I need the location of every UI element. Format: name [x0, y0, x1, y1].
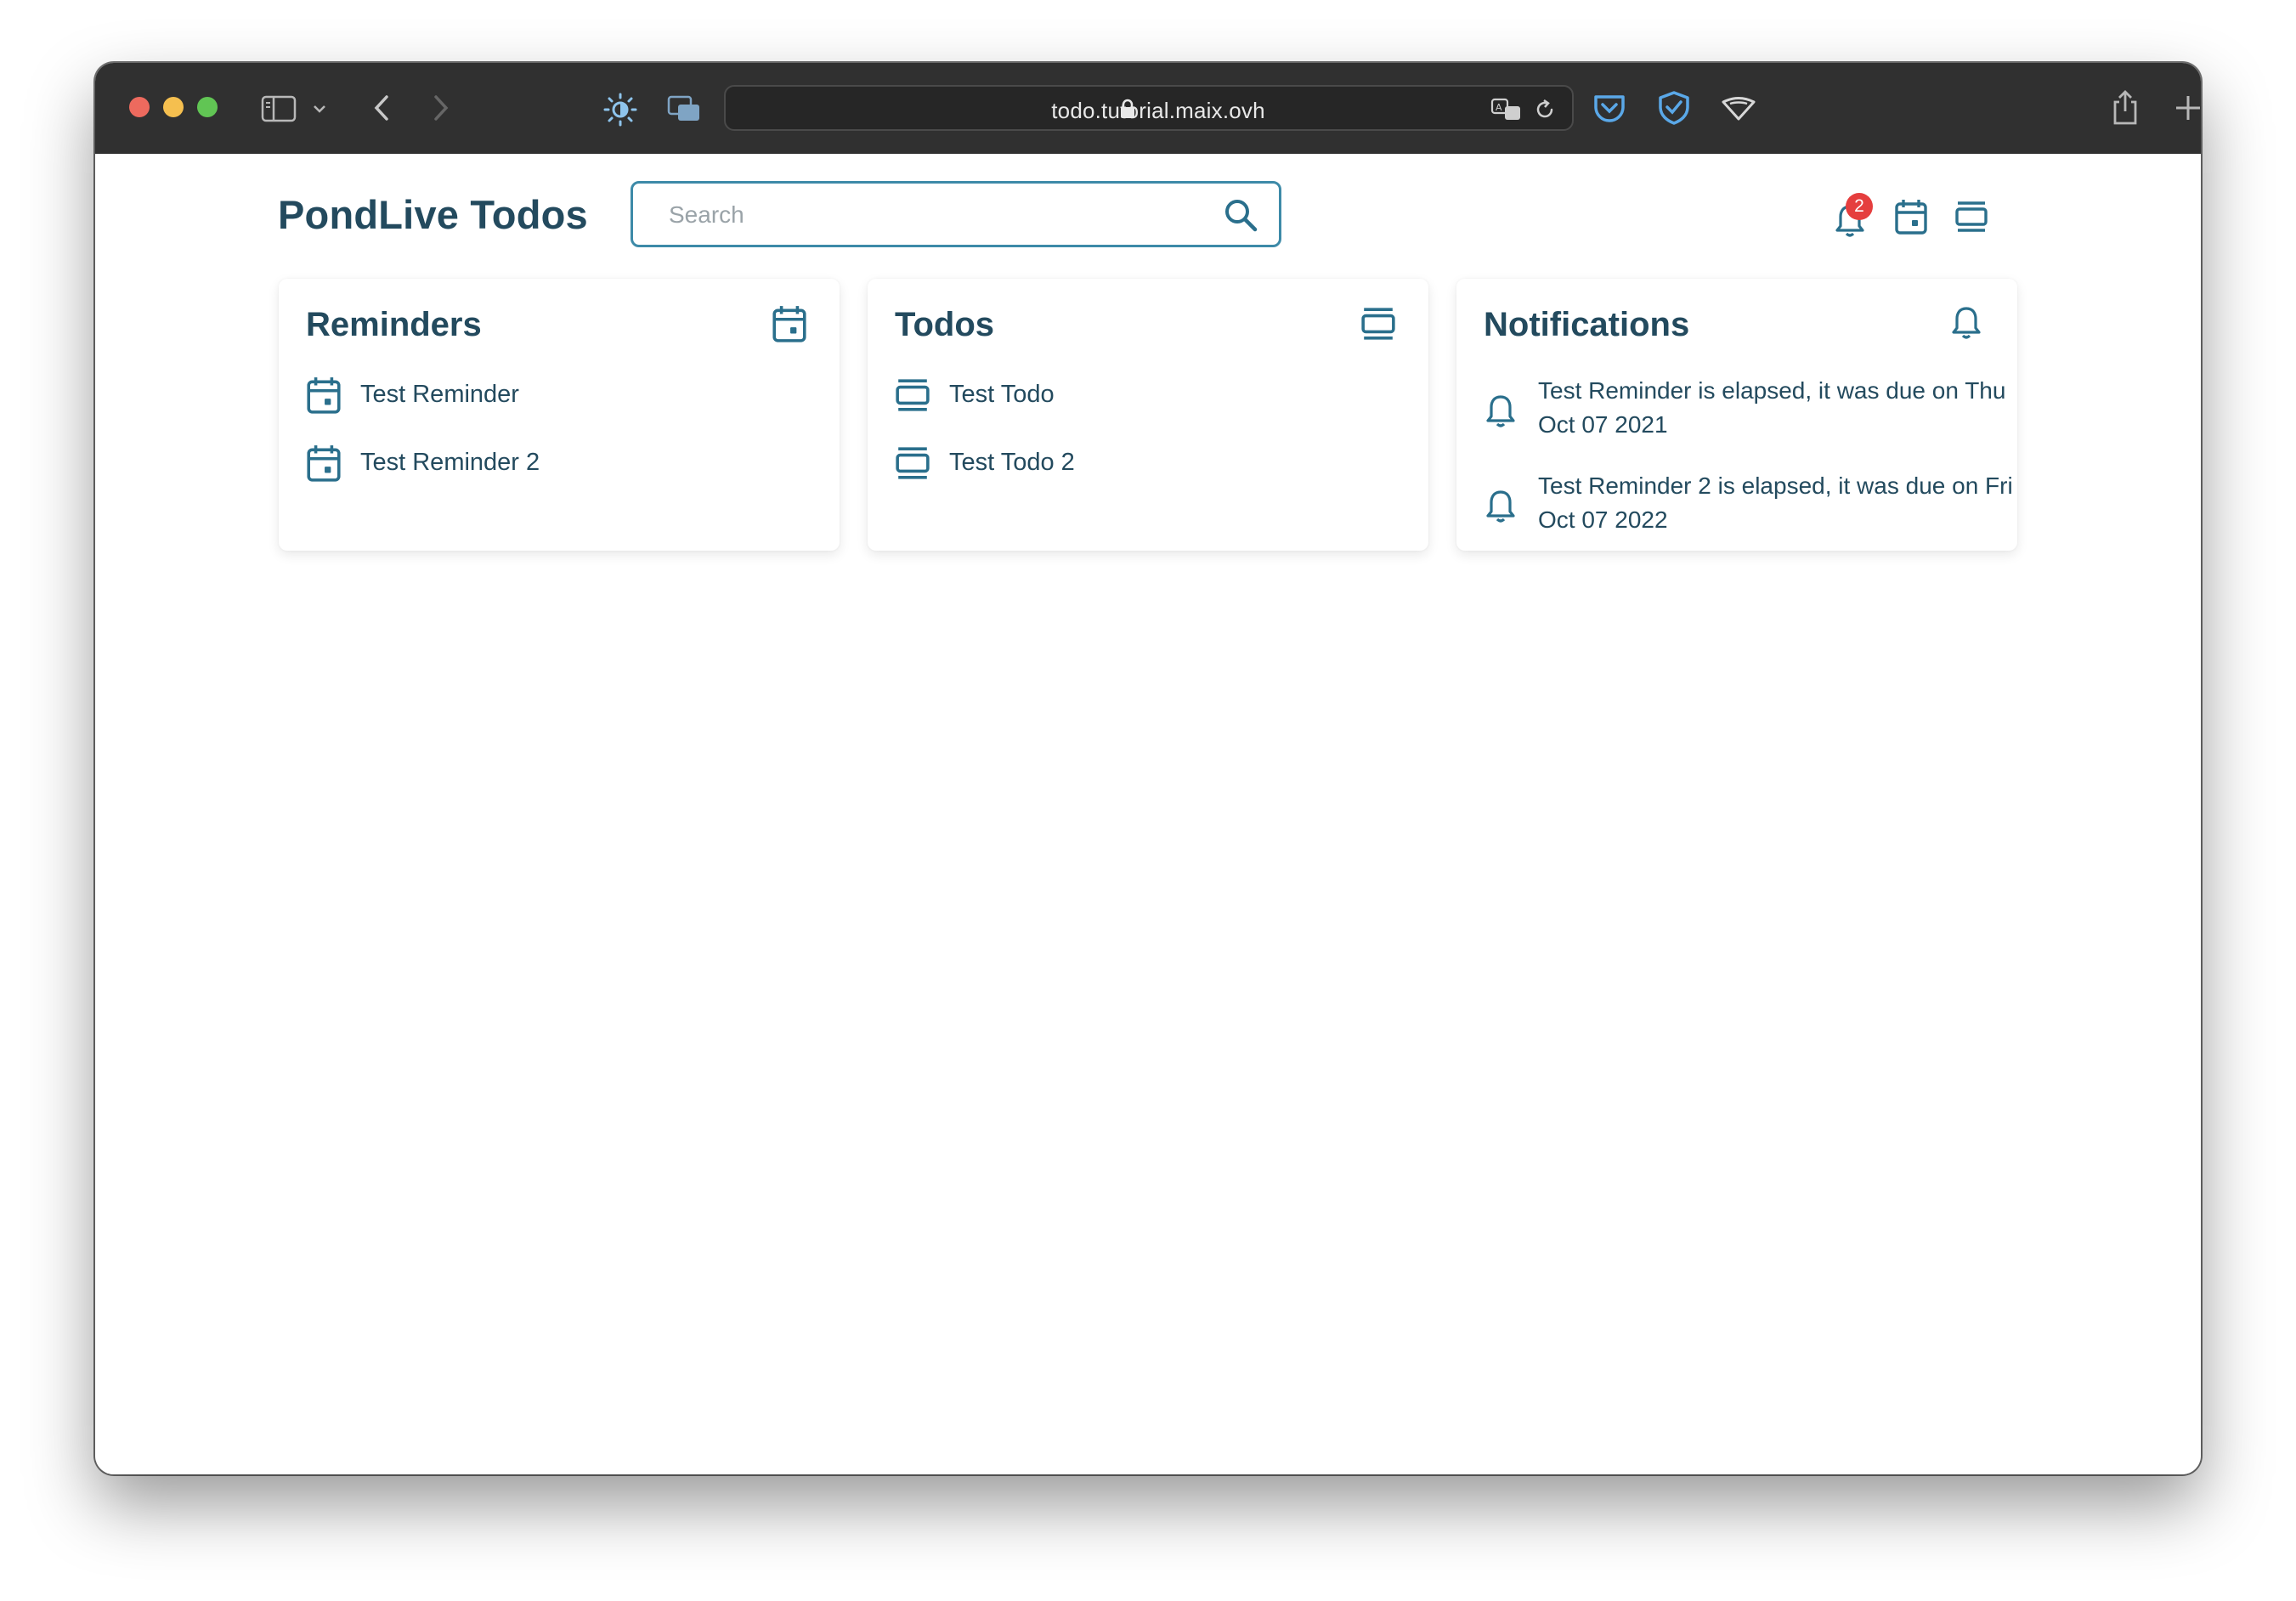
screen-share-icon[interactable]: [666, 93, 702, 124]
reminder-label: Test Reminder 2: [360, 449, 540, 476]
maximize-window-button[interactable]: [197, 97, 218, 117]
browser-window: todo.tutorial.maix.ovh A PondLive Todos …: [95, 63, 2201, 1474]
notifications-title: Notifications: [1484, 306, 1690, 343]
search-input[interactable]: [667, 197, 1197, 233]
bell-icon: [1486, 490, 1515, 523]
share-icon[interactable]: [2111, 88, 2140, 126]
notification-text: Test Reminder 2 is elapsed, it was due o…: [1538, 472, 2013, 533]
extension-icon[interactable]: [1720, 95, 1757, 122]
pocket-icon[interactable]: [1592, 93, 1626, 124]
calendar-icon: [772, 306, 806, 342]
svg-text:A: A: [1496, 102, 1502, 113]
notifications-card: Notifications Test Reminder is elapsed, …: [1456, 279, 2017, 551]
todos-card: Todos Test Todo Test Todo 2: [868, 279, 1428, 551]
shield-icon[interactable]: [1657, 90, 1691, 126]
search-icon[interactable]: [1223, 197, 1258, 233]
reminders-title: Reminders: [306, 306, 482, 343]
chevron-down-icon[interactable]: [313, 104, 326, 114]
todo-label: Test Todo: [949, 381, 1055, 408]
forward-icon[interactable]: [431, 93, 451, 122]
todos-title: Todos: [895, 306, 995, 343]
close-window-button[interactable]: [129, 97, 150, 117]
reminder-label: Test Reminder: [360, 381, 519, 408]
search-box[interactable]: [631, 181, 1281, 247]
page-content: PondLive Todos 2 Reminders: [95, 154, 2201, 1474]
bell-icon: [1952, 307, 1981, 339]
app-title: PondLive Todos: [278, 192, 588, 237]
bell-icon: [1486, 395, 1515, 427]
todo-label: Test Todo 2: [949, 449, 1075, 476]
back-icon[interactable]: [371, 93, 392, 122]
minimize-window-button[interactable]: [163, 97, 184, 117]
reminders-card: Reminders Test Reminder Test Reminder 2: [279, 279, 840, 551]
browser-toolbar: todo.tutorial.maix.ovh A: [95, 63, 2201, 154]
sidebar-toggle-icon[interactable]: [261, 95, 297, 122]
translate-icon[interactable]: A: [1490, 97, 1523, 122]
todo-box-icon: [1361, 308, 1395, 340]
address-bar[interactable]: todo.tutorial.maix.ovh A: [724, 85, 1574, 131]
todo-box-icon: [896, 379, 930, 411]
brightness-icon[interactable]: [602, 92, 638, 127]
calendar-icon: [307, 445, 341, 482]
url-text: todo.tutorial.maix.ovh: [1051, 98, 1265, 123]
header-todo-icon[interactable]: [1954, 200, 1988, 234]
reload-icon[interactable]: [1533, 98, 1557, 122]
notification-text: Test Reminder is elapsed, it was due on …: [1538, 377, 2006, 438]
todo-box-icon: [896, 447, 930, 479]
calendar-icon: [307, 377, 341, 414]
notification-count-badge: 2: [1846, 193, 1873, 220]
new-tab-icon[interactable]: [2174, 93, 2201, 122]
header-calendar-icon[interactable]: [1894, 198, 1928, 235]
